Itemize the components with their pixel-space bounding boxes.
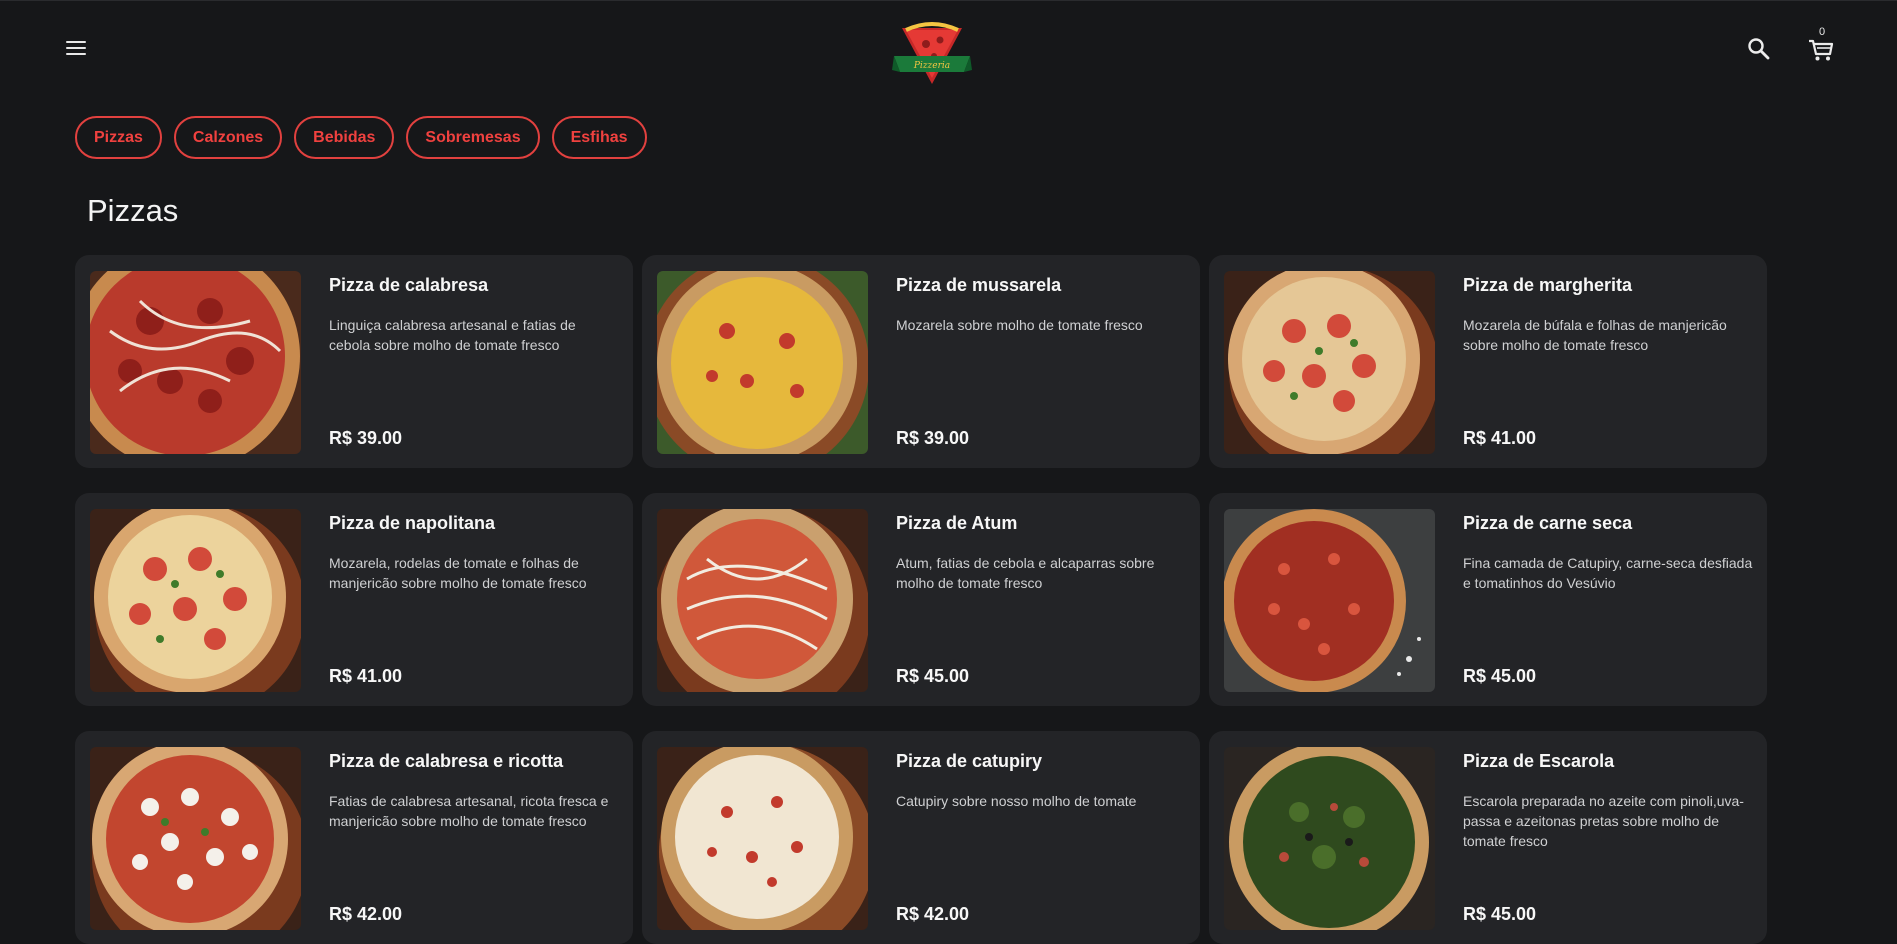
product-card[interactable]: Pizza de carne seca Fina camada de Catup… bbox=[1209, 493, 1767, 706]
product-name: Pizza de catupiry bbox=[896, 751, 1043, 771]
product-image bbox=[1224, 509, 1435, 692]
product-name: Pizza de mussarela bbox=[896, 275, 1062, 295]
cart-icon[interactable] bbox=[1806, 34, 1836, 64]
product-description: Mozarela, rodelas de tomate e folhas de … bbox=[329, 555, 587, 591]
product-card[interactable]: Pizza de Atum Atum, fatias de cebola e a… bbox=[642, 493, 1200, 706]
product-description: Mozarela de búfala e folhas de manjericã… bbox=[1463, 317, 1727, 353]
product-price: R$ 45.00 bbox=[1463, 666, 1537, 686]
product-image bbox=[90, 271, 301, 454]
product-price: R$ 39.00 bbox=[329, 428, 403, 448]
product-price: R$ 42.00 bbox=[329, 904, 403, 924]
hamburger-menu-icon[interactable] bbox=[64, 38, 88, 60]
product-description: Catupiry sobre nosso molho de tomate bbox=[896, 793, 1137, 809]
header: Pizzeria 0 bbox=[0, 0, 1897, 100]
category-pill-bebidas[interactable]: Bebidas bbox=[294, 116, 395, 159]
product-description: Linguiça calabresa artesanal e fatias de… bbox=[329, 317, 576, 353]
product-image bbox=[90, 747, 301, 930]
product-name: Pizza de calabresa e ricotta bbox=[329, 751, 564, 771]
product-description: Escarola preparada no azeite com pinoli,… bbox=[1463, 793, 1744, 849]
product-image bbox=[1224, 747, 1435, 930]
product-card[interactable]: Pizza de margherita Mozarela de búfala e… bbox=[1209, 255, 1767, 468]
product-description: Fatias de calabresa artesanal, ricota fr… bbox=[329, 793, 609, 829]
product-card[interactable]: Pizza de napolitana Mozarela, rodelas de… bbox=[75, 493, 633, 706]
product-image bbox=[657, 271, 868, 454]
product-description: Mozarela sobre molho de tomate fresco bbox=[896, 317, 1143, 333]
product-name: Pizza de Atum bbox=[896, 513, 1018, 533]
product-price: R$ 41.00 bbox=[329, 666, 403, 686]
product-name: Pizza de margherita bbox=[1463, 275, 1633, 295]
category-pill-sobremesas[interactable]: Sobremesas bbox=[406, 116, 540, 159]
product-price: R$ 45.00 bbox=[1463, 904, 1537, 924]
category-filter-bar: Pizzas Calzones Bebidas Sobremesas Esfih… bbox=[75, 116, 647, 159]
product-image bbox=[657, 747, 868, 930]
product-name: Pizza de napolitana bbox=[329, 513, 496, 533]
product-image bbox=[90, 509, 301, 692]
product-price: R$ 39.00 bbox=[896, 428, 970, 448]
product-name: Pizza de Escarola bbox=[1463, 751, 1615, 771]
product-name: Pizza de carne seca bbox=[1463, 513, 1633, 533]
product-description: Atum, fatias de cebola e alcaparras sobr… bbox=[896, 555, 1155, 591]
product-name: Pizza de calabresa bbox=[329, 275, 489, 295]
section-title: Pizzas bbox=[87, 193, 179, 228]
category-pill-esfihas[interactable]: Esfihas bbox=[551, 116, 647, 159]
product-price: R$ 41.00 bbox=[1463, 428, 1537, 448]
category-pill-pizzas[interactable]: Pizzas bbox=[75, 116, 162, 159]
product-price: R$ 45.00 bbox=[896, 666, 970, 686]
search-icon[interactable] bbox=[1746, 36, 1772, 62]
product-card[interactable]: Pizza de mussarela Mozarela sobre molho … bbox=[642, 255, 1200, 468]
product-price: R$ 42.00 bbox=[896, 904, 970, 924]
product-card[interactable]: Pizza de calabresa e ricotta Fatias de c… bbox=[75, 731, 633, 944]
product-grid: Pizza de calabresa Linguiça calabresa ar… bbox=[75, 255, 1767, 944]
product-description: Fina camada de Catupiry, carne-seca desf… bbox=[1463, 555, 1753, 591]
product-card[interactable]: Pizza de Escarola Escarola preparada no … bbox=[1209, 731, 1767, 944]
product-image bbox=[1224, 271, 1435, 454]
product-card[interactable]: Pizza de calabresa Linguiça calabresa ar… bbox=[75, 255, 633, 468]
product-image bbox=[657, 509, 868, 692]
svg-text:Pizzeria: Pizzeria bbox=[913, 61, 950, 71]
product-card[interactable]: Pizza de catupiry Catupiry sobre nosso m… bbox=[642, 731, 1200, 944]
pizzeria-logo[interactable]: Pizzeria bbox=[892, 14, 972, 90]
category-pill-calzones[interactable]: Calzones bbox=[173, 116, 283, 159]
